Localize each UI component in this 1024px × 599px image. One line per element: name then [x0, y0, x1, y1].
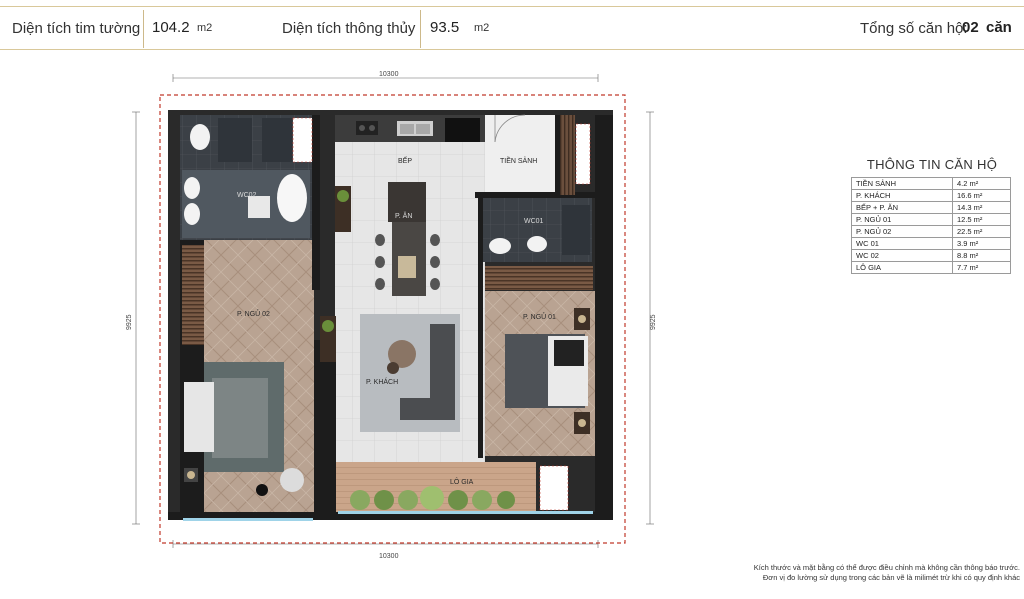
room-area: 7.7 m²: [952, 261, 1011, 274]
disclaimer-line: Đơn vị đo lường sử dụng trong các bản vẽ…: [762, 573, 1020, 582]
room-area: 4.2 m²: [952, 177, 1011, 190]
unit-info-table: TIỀN SẢNH 4.2 m² P. KHÁCH 16.6 m² BẾP + P.…: [851, 177, 1011, 274]
foyer-floor: [485, 115, 560, 195]
unit-info-title: THÔNG TIN CĂN HỘ: [866, 157, 998, 172]
table-row: LÔ GIA 7.7 m²: [851, 261, 1011, 274]
room-name: LÔ GIA: [851, 261, 953, 274]
room-label-bedroom-01: P. NGỦ 01: [523, 312, 556, 321]
table-row: P. KHÁCH 16.6 m²: [851, 189, 1011, 202]
room-name: WC 01: [851, 237, 953, 250]
room-area: 12.5 m²: [952, 213, 1011, 226]
table-row: TIỀN SẢNH 4.2 m²: [851, 177, 1011, 190]
table-row: BẾP + P. ĂN 14.3 m²: [851, 201, 1011, 214]
room-name: TIỀN SẢNH: [851, 177, 953, 190]
bathtub-icon: [277, 174, 307, 222]
toilet-icon: [190, 124, 210, 150]
room-name: BẾP + P. ĂN: [851, 201, 953, 214]
room-area: 3.9 m²: [952, 237, 1011, 250]
dimension-left-label: 9925: [126, 314, 133, 330]
room-area: 16.6 m²: [952, 189, 1011, 202]
room-name: WC 02: [851, 249, 953, 262]
room-label-living: P. KHÁCH: [366, 377, 398, 386]
room-area: 22.5 m²: [952, 225, 1011, 238]
room-name: P. NGỦ 02: [851, 225, 953, 238]
disclaimer-line: Kích thước và mặt bằng có thể được điều …: [753, 563, 1020, 572]
bed-02-icon: [212, 378, 268, 458]
room-area: 14.3 m²: [952, 201, 1011, 214]
room-area: 8.8 m²: [952, 249, 1011, 262]
disclaimer-note: Kích thước và mặt bằng có thể được điều …: [740, 563, 1020, 583]
table-row: P. NGỦ 01 12.5 m²: [851, 213, 1011, 226]
dimension-right-label: 9925: [650, 314, 657, 330]
room-label-loggia: LÔ GIA: [450, 477, 474, 486]
room-label-bedroom-02: P. NGỦ 02: [237, 309, 270, 318]
floor-plan: 10300 10300 9925 9925 BẾP TIỀN SẢNH WC02…: [126, 71, 657, 560]
room-label-dining: P. ĂN: [395, 211, 412, 220]
table-row: P. NGỦ 02 22.5 m²: [851, 225, 1011, 238]
table-row: WC 02 8.8 m²: [851, 249, 1011, 262]
table-row: WC 01 3.9 m²: [851, 237, 1011, 250]
room-name: P. KHÁCH: [851, 189, 953, 202]
room-label-wc01: WC01: [524, 218, 544, 225]
room-name: P. NGỦ 01: [851, 213, 953, 226]
dimension-bottom-label: 10300: [379, 553, 399, 560]
room-label-wc02: WC02: [237, 192, 257, 199]
dimension-top-label: 10300: [379, 71, 399, 78]
wardrobe: [182, 245, 204, 345]
